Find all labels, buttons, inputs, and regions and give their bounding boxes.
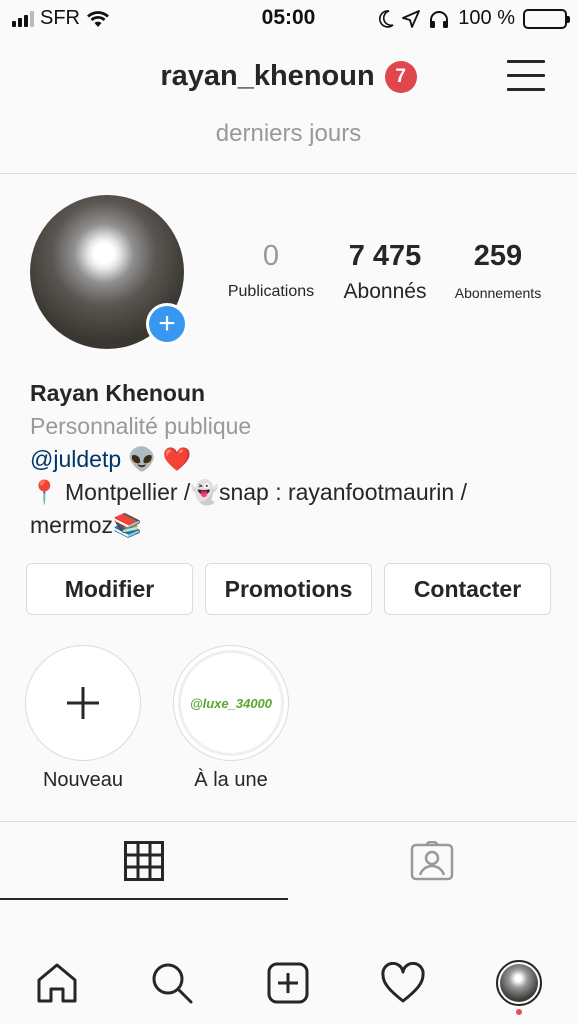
- bio-line: mermoz📚: [30, 512, 142, 538]
- highlight-featured[interactable]: @luxe_34000 À la une: [173, 645, 289, 792]
- bio-emojis: 👽 ❤️: [127, 446, 192, 472]
- profile-tabs: [0, 822, 577, 900]
- followers-count: 7 475: [348, 240, 422, 272]
- highlight-label: À la une: [194, 769, 268, 791]
- tab-grid[interactable]: [0, 822, 288, 900]
- bio-mention-link[interactable]: @juldetp: [30, 446, 121, 472]
- battery-icon: [523, 8, 570, 29]
- status-bar: SFR 05:00 100 %: [0, 0, 577, 40]
- bio-line: 📍 Montpellier /👻snap : rayanfootmaurin /: [30, 479, 467, 505]
- stat-followers[interactable]: 7 475 Abonnés: [334, 240, 436, 304]
- posts-label: Publications: [227, 283, 315, 300]
- nav-profile[interactable]: [494, 958, 544, 1008]
- tab-tagged[interactable]: [288, 822, 576, 900]
- featured-highlight-thumbnail: @luxe_34000: [178, 650, 284, 756]
- featured-preview-text: @luxe_34000: [189, 695, 273, 711]
- header-divider: [0, 173, 577, 174]
- featured-highlight-circle[interactable]: @luxe_34000: [173, 645, 289, 761]
- moon-icon: [379, 9, 394, 28]
- highlight-new[interactable]: Nouveau: [25, 645, 141, 792]
- promotions-button[interactable]: Promotions: [205, 563, 372, 615]
- profile-category: Personnalité publique: [30, 413, 252, 439]
- profile-bio: Rayan Khenoun Personnalité publique @jul…: [30, 377, 550, 542]
- profile-username[interactable]: rayan_khenoun: [160, 60, 374, 93]
- posts-count: 0: [262, 240, 280, 272]
- edit-profile-button[interactable]: Modifier: [26, 563, 193, 615]
- header-subtitle: derniers jours: [215, 120, 362, 147]
- profile-avatar-thumbnail[interactable]: [496, 960, 542, 1006]
- nav-add-post[interactable]: [263, 958, 313, 1008]
- headphones-icon: [430, 10, 449, 28]
- search-icon: [152, 963, 193, 1004]
- location-arrow-icon: [402, 9, 421, 28]
- active-tab-indicator: [0, 898, 288, 900]
- profile-header: rayan_khenoun 7: [0, 52, 577, 102]
- bottom-navigation: [0, 942, 577, 1024]
- plus-icon: [67, 687, 99, 719]
- nav-home[interactable]: [32, 958, 82, 1008]
- add-story-icon[interactable]: +: [146, 303, 188, 345]
- battery-percent: 100 %: [458, 7, 515, 29]
- following-label: Abonnements: [454, 285, 542, 301]
- following-count: 259: [473, 240, 523, 272]
- stat-posts[interactable]: 0 Publications: [220, 240, 322, 301]
- new-highlight-circle[interactable]: [25, 645, 141, 761]
- highlight-label: Nouveau: [42, 769, 124, 791]
- heart-icon: [381, 962, 425, 1003]
- home-icon: [37, 963, 77, 1003]
- add-post-icon: [267, 962, 309, 1004]
- grid-icon: [124, 841, 164, 881]
- stat-following[interactable]: 259 Abonnements: [446, 240, 550, 301]
- profile-avatar-container[interactable]: +: [30, 195, 188, 349]
- nav-search[interactable]: [147, 958, 197, 1008]
- contact-button[interactable]: Contacter: [384, 563, 551, 615]
- followers-label: Abonnés: [343, 280, 427, 303]
- menu-icon[interactable]: [507, 60, 545, 92]
- activity-dot: [516, 1009, 522, 1015]
- tagged-icon: [410, 841, 454, 881]
- notification-badge: 7: [384, 60, 417, 93]
- profile-name: Rayan Khenoun: [30, 380, 206, 406]
- nav-activity[interactable]: [378, 958, 428, 1008]
